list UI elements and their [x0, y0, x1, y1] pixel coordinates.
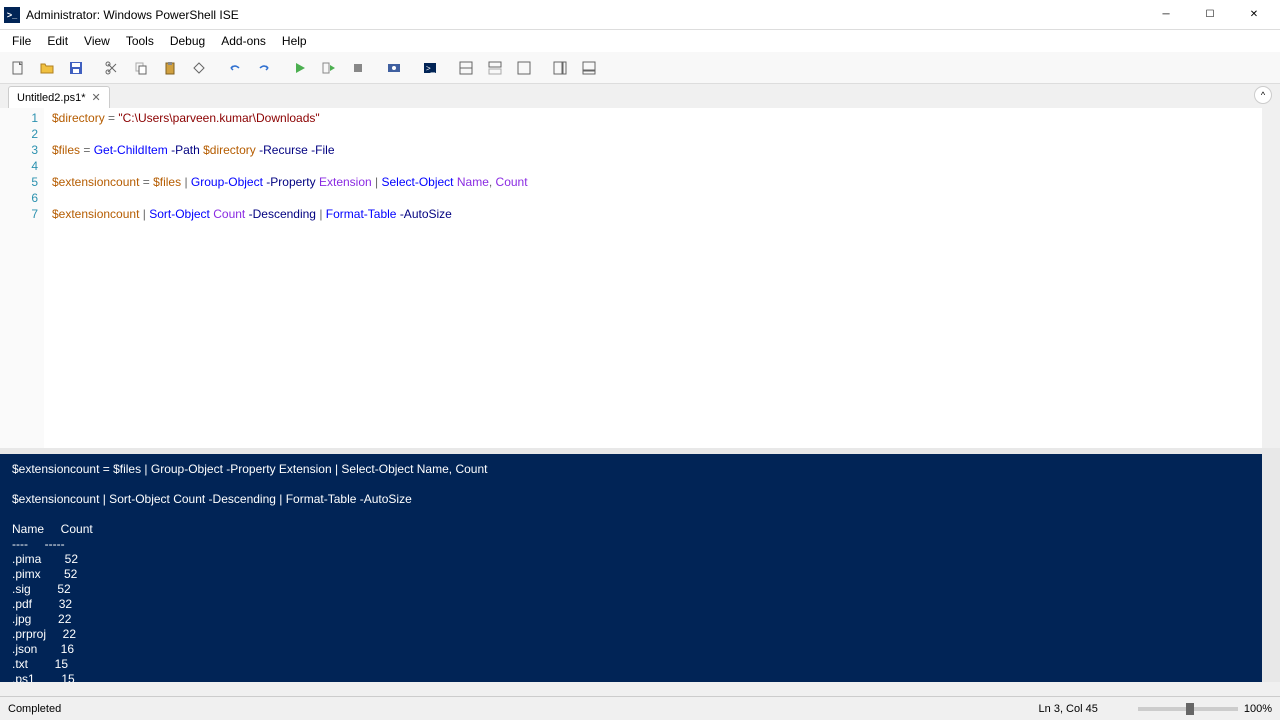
remote-button[interactable] — [380, 54, 408, 82]
run-button[interactable] — [286, 54, 314, 82]
stop-button[interactable] — [344, 54, 372, 82]
show-command-addon-button[interactable] — [575, 54, 603, 82]
tabbar: Untitled2.ps1* ✕ ^ — [0, 84, 1280, 108]
cut-button[interactable] — [98, 54, 126, 82]
collapse-script-button[interactable]: ^ — [1254, 86, 1272, 104]
menu-view[interactable]: View — [76, 32, 118, 50]
window-controls: ─ ☐ ✕ — [1144, 1, 1276, 29]
close-button[interactable]: ✕ — [1232, 1, 1276, 29]
script-editor[interactable]: 1234567 $directory = "C:\Users\parveen.k… — [0, 108, 1280, 448]
redo-button[interactable] — [250, 54, 278, 82]
tab-label: Untitled2.ps1* — [17, 92, 86, 104]
statusbar: Completed Ln 3, Col 45 100% — [0, 696, 1280, 720]
code-area[interactable]: $directory = "C:\Users\parveen.kumar\Dow… — [44, 108, 1262, 448]
menu-addons[interactable]: Add-ons — [213, 32, 274, 50]
copy-button[interactable] — [127, 54, 155, 82]
undo-button[interactable] — [221, 54, 249, 82]
menu-file[interactable]: File — [4, 32, 39, 50]
powershell-button[interactable]: >_ — [416, 54, 444, 82]
minimize-button[interactable]: ─ — [1144, 1, 1188, 29]
tab-close-icon[interactable]: ✕ — [92, 91, 101, 104]
menu-help[interactable]: Help — [274, 32, 315, 50]
maximize-button[interactable]: ☐ — [1188, 1, 1232, 29]
zoom-slider[interactable] — [1138, 707, 1238, 711]
toolbar: >_ — [0, 52, 1280, 84]
cursor-position: Ln 3, Col 45 — [1039, 703, 1098, 715]
paste-button[interactable] — [156, 54, 184, 82]
app-icon: >_ — [4, 7, 20, 23]
status-message: Completed — [8, 703, 1039, 715]
menubar: File Edit View Tools Debug Add-ons Help — [0, 30, 1280, 52]
window-title: Administrator: Windows PowerShell ISE — [26, 8, 1144, 22]
run-selection-button[interactable] — [315, 54, 343, 82]
console-scrollbar[interactable] — [1262, 454, 1280, 682]
menu-debug[interactable]: Debug — [162, 32, 213, 50]
editor-scrollbar[interactable] — [1262, 108, 1280, 448]
show-command-button[interactable] — [546, 54, 574, 82]
new-button[interactable] — [4, 54, 32, 82]
show-script-button[interactable] — [452, 54, 480, 82]
menu-edit[interactable]: Edit — [39, 32, 76, 50]
menu-tools[interactable]: Tools — [118, 32, 162, 50]
show-script-top-button[interactable] — [481, 54, 509, 82]
tab-untitled[interactable]: Untitled2.ps1* ✕ — [8, 86, 110, 108]
bottom-scrollbar[interactable] — [0, 682, 1280, 696]
save-button[interactable] — [62, 54, 90, 82]
open-button[interactable] — [33, 54, 61, 82]
zoom-control: 100% — [1138, 703, 1272, 715]
clear-button[interactable] — [185, 54, 213, 82]
line-gutter: 1234567 — [0, 108, 44, 448]
svg-text:>_: >_ — [426, 64, 436, 73]
zoom-level: 100% — [1244, 703, 1272, 715]
console-pane[interactable]: $extensioncount = $files | Group-Object … — [0, 454, 1280, 682]
show-script-max-button[interactable] — [510, 54, 538, 82]
titlebar: >_ Administrator: Windows PowerShell ISE… — [0, 0, 1280, 30]
